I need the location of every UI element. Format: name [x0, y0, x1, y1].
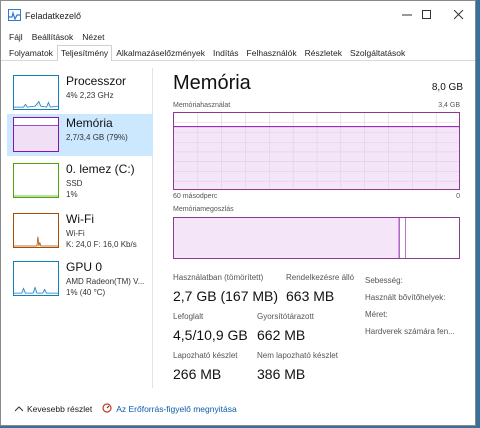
disk-thumbnail-graph — [13, 163, 59, 198]
gpu-title: GPU 0 — [66, 260, 103, 274]
disk-title: 0. lemez (C:) — [66, 162, 135, 176]
nonpaged-pool-label: Nem lapozható készlet — [257, 351, 338, 360]
page-title: Memória — [173, 72, 251, 94]
cached-label: Gyorsítótárazott — [257, 312, 314, 321]
nonpaged-pool-value: 386 MB — [257, 366, 306, 382]
title-bar[interactable]: Feladatkezelő — [1, 1, 475, 29]
memory-composition-bar — [173, 217, 460, 259]
cpu-title: Processzor — [66, 74, 127, 88]
memory-total: 8,0 GB — [431, 82, 463, 93]
open-resource-monitor-link[interactable]: Az Erőforrás-figyelő megnyitása — [116, 404, 236, 414]
composition-label: Memóriamegoszlás — [173, 206, 234, 213]
close-icon — [454, 10, 464, 20]
memory-details: Memória 8,0 GB Memóriahasználat 3,4 GB 6… — [173, 68, 463, 388]
paged-pool-value: 266 MB — [173, 366, 222, 382]
in-use-value: 2,7 GB (167 MB) — [173, 288, 279, 304]
footer-bar: Kevesebb részlet Az Erőforrás-figyelő me… — [1, 396, 475, 421]
tab-processes[interactable]: Folyamatok — [5, 45, 57, 60]
tab-app-history[interactable]: Alkalmazáselőzmények — [112, 45, 209, 60]
available-value: 663 MB — [286, 288, 335, 304]
wifi-adapter: Wi-Fi — [66, 229, 85, 238]
menu-settings[interactable]: Beállítások — [32, 32, 74, 42]
chevron-up-icon[interactable] — [14, 404, 24, 414]
hardware-reserved-label: Hardverek számára fen... — [365, 327, 455, 336]
gpu-thumbnail-graph — [13, 261, 59, 296]
memory-subtitle: 2,7/3,4 GB (79%) — [66, 133, 128, 142]
cpu-subtitle: 4% 2,23 GHz — [66, 91, 114, 100]
usage-graph-max: 3,4 GB — [438, 102, 460, 109]
tab-users[interactable]: Felhasználók — [243, 45, 301, 60]
resource-list: Processzor 4% 2,23 GHz Memória 2,7/3,4 G… — [7, 68, 153, 388]
tab-services[interactable]: Szolgáltatások — [346, 45, 409, 60]
cpu-thumbnail-graph — [13, 75, 59, 110]
cached-value: 662 MB — [257, 327, 306, 343]
maximize-icon — [422, 10, 431, 19]
speed-label: Sebesség: — [365, 276, 403, 285]
disk-usage: 1% — [66, 190, 78, 199]
wifi-thumbnail-graph — [13, 213, 59, 248]
close-button[interactable] — [439, 1, 479, 29]
task-manager-window: Feladatkezelő Fájl Beállítások Nézet Fol… — [0, 0, 476, 426]
wifi-throughput: K: 24,0 F: 16,0 Kb/s — [66, 240, 137, 249]
gpu-model: AMD Radeon(TM) V... — [66, 277, 145, 286]
disk-type: SSD — [66, 179, 83, 188]
sidebar-item-wifi[interactable]: Wi-Fi Wi-Fi K: 24,0 F: 16,0 Kb/s — [7, 210, 153, 252]
disk-subtitle: SSD 1% — [66, 178, 82, 200]
time-axis-zero: 0 — [456, 193, 460, 200]
tab-startup[interactable]: Indítás — [209, 45, 243, 60]
menu-bar: Fájl Beállítások Nézet — [1, 29, 475, 44]
memory-usage-graph — [173, 112, 460, 190]
tab-strip: Folyamatok Teljesítmény Alkalmazáselőzmé… — [1, 44, 475, 61]
gpu-usage: 1% (40 °C) — [66, 288, 106, 297]
sidebar-item-cpu[interactable]: Processzor 4% 2,23 GHz — [7, 72, 153, 114]
fewer-details-link[interactable]: Kevesebb részlet — [27, 404, 92, 414]
tab-details[interactable]: Részletek — [301, 45, 346, 60]
paged-pool-label: Lapozható készlet — [173, 351, 238, 360]
usage-graph-label: Memóriahasználat — [173, 102, 231, 109]
task-manager-icon — [8, 9, 21, 21]
wifi-title: Wi-Fi — [66, 212, 94, 226]
in-use-label: Használatban (tömörített) — [173, 273, 264, 282]
time-axis-label: 60 másodperc — [173, 193, 218, 200]
memory-title: Memória — [66, 116, 113, 130]
sidebar-item-gpu[interactable]: GPU 0 AMD Radeon(TM) V... 1% (40 °C) — [7, 258, 153, 300]
slots-label: Használt bővítőhelyek: — [365, 293, 446, 302]
performance-panel: Processzor 4% 2,23 GHz Memória 2,7/3,4 G… — [1, 62, 475, 392]
sidebar-item-disk[interactable]: 0. lemez (C:) SSD 1% — [7, 160, 153, 202]
menu-file[interactable]: Fájl — [9, 32, 23, 42]
sidebar-item-memory[interactable]: Memória 2,7/3,4 GB (79%) — [7, 114, 153, 156]
committed-value: 4,5/10,9 GB — [173, 327, 248, 343]
resource-monitor-icon[interactable] — [102, 402, 112, 415]
available-label: Rendelkezésre álló — [286, 273, 355, 282]
menu-view[interactable]: Nézet — [82, 32, 104, 42]
window-title: Feladatkezelő — [25, 11, 82, 21]
memory-thumbnail-graph — [13, 117, 59, 152]
wifi-subtitle: Wi-Fi K: 24,0 F: 16,0 Kb/s — [66, 228, 137, 250]
gpu-subtitle: AMD Radeon(TM) V... 1% (40 °C) — [66, 276, 144, 298]
form-factor-label: Méret: — [365, 310, 388, 319]
committed-label: Lefoglalt — [173, 312, 204, 321]
tab-performance[interactable]: Teljesítmény — [56, 45, 113, 61]
